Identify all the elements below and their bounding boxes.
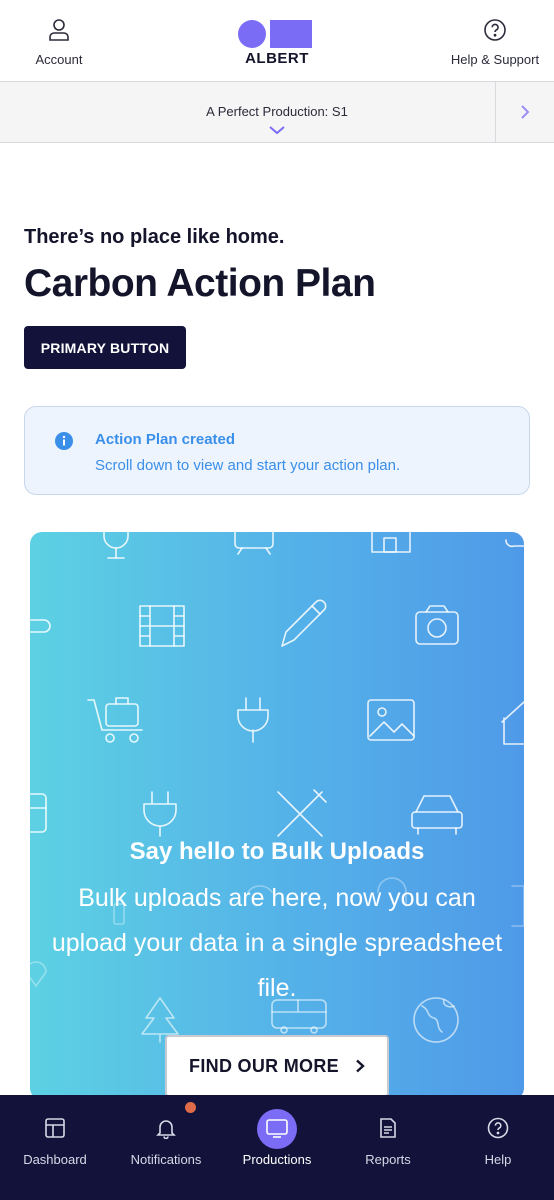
logo-text: ALBERT (245, 50, 309, 67)
nav-label-notifications: Notifications (130, 1152, 202, 1167)
image-icon (367, 699, 415, 741)
notification-dot (185, 1102, 196, 1113)
bus-icon (30, 793, 47, 833)
luggage-icon (87, 697, 143, 743)
user-icon (49, 19, 69, 41)
dashboard-icon (45, 1118, 65, 1138)
page-kicker: There’s no place like home. (24, 226, 285, 248)
help-support-label: Help & Support (450, 52, 540, 67)
find-out-more-label: FIND OUR MORE (189, 1055, 339, 1076)
bottom-nav: Dashboard Notifications Productions Repo… (0, 1095, 554, 1200)
house-icon (371, 532, 411, 553)
question-circle-icon (484, 19, 506, 41)
promo-title: Say hello to Bulk Uploads (129, 838, 425, 865)
nav-item-productions[interactable]: Productions (222, 1095, 332, 1200)
page-title: Carbon Action Plan (24, 262, 376, 305)
film-icon (139, 605, 185, 647)
logo-circle (238, 20, 266, 48)
glass-icon (103, 532, 129, 559)
bell-icon (156, 1120, 176, 1139)
primary-button[interactable]: PRIMARY BUTTON (24, 326, 186, 369)
partial-icon (505, 539, 524, 548)
account-label: Account (35, 52, 83, 67)
nav-item-reports[interactable]: Reports (333, 1095, 443, 1200)
help-support-button[interactable]: Help & Support (446, 18, 544, 67)
nav-label-dashboard: Dashboard (23, 1152, 87, 1167)
nav-label-reports: Reports (365, 1152, 411, 1167)
production-bar: A Perfect Production: S1 (0, 82, 554, 143)
alert-title: Action Plan created (95, 431, 236, 448)
plug-icon-2 (143, 791, 177, 837)
find-out-more-button[interactable]: FIND OUR MORE (165, 1035, 389, 1097)
account-button[interactable]: Account (30, 18, 88, 67)
logo-rect (270, 20, 312, 48)
next-production-button[interactable] (495, 82, 554, 142)
nav-item-help[interactable]: Help (443, 1095, 553, 1200)
plug-icon (237, 697, 269, 743)
cutlery-icon (277, 789, 327, 837)
chevron-right-icon (521, 105, 530, 119)
house-partial-icon (501, 701, 524, 745)
bulk-uploads-promo-card: Say hello to Bulk Uploads Bulk uploads a… (30, 532, 524, 1100)
report-icon (380, 1118, 396, 1138)
pen-icon (281, 599, 327, 647)
chevron-down-icon (269, 126, 285, 135)
nav-label-help: Help (484, 1152, 512, 1167)
production-name: A Perfect Production: S1 (206, 104, 348, 119)
monitor-icon (266, 1119, 288, 1138)
chevron-right-icon (356, 1059, 365, 1073)
icon-pattern-background (30, 532, 524, 1043)
camera-icon (415, 605, 459, 645)
info-alert: Action Plan created Scroll down to view … (24, 406, 530, 495)
albert-logo[interactable]: ALBERT (238, 20, 316, 70)
production-selector[interactable]: A Perfect Production: S1 (0, 82, 495, 142)
car-icon (411, 795, 463, 835)
partial-left-icon (30, 619, 51, 633)
info-icon (55, 432, 73, 450)
nav-item-dashboard[interactable]: Dashboard (0, 1095, 110, 1200)
nav-label-productions: Productions (242, 1152, 312, 1167)
alert-body: Scroll down to view and start your actio… (95, 457, 401, 474)
help-icon (487, 1117, 509, 1139)
top-bar: Account ALBERT Help & Support (0, 0, 554, 82)
promo-body: Bulk uploads are here, now you can uploa… (51, 884, 503, 1002)
tv-icon (234, 532, 274, 555)
nav-item-notifications[interactable]: Notifications (111, 1095, 221, 1200)
